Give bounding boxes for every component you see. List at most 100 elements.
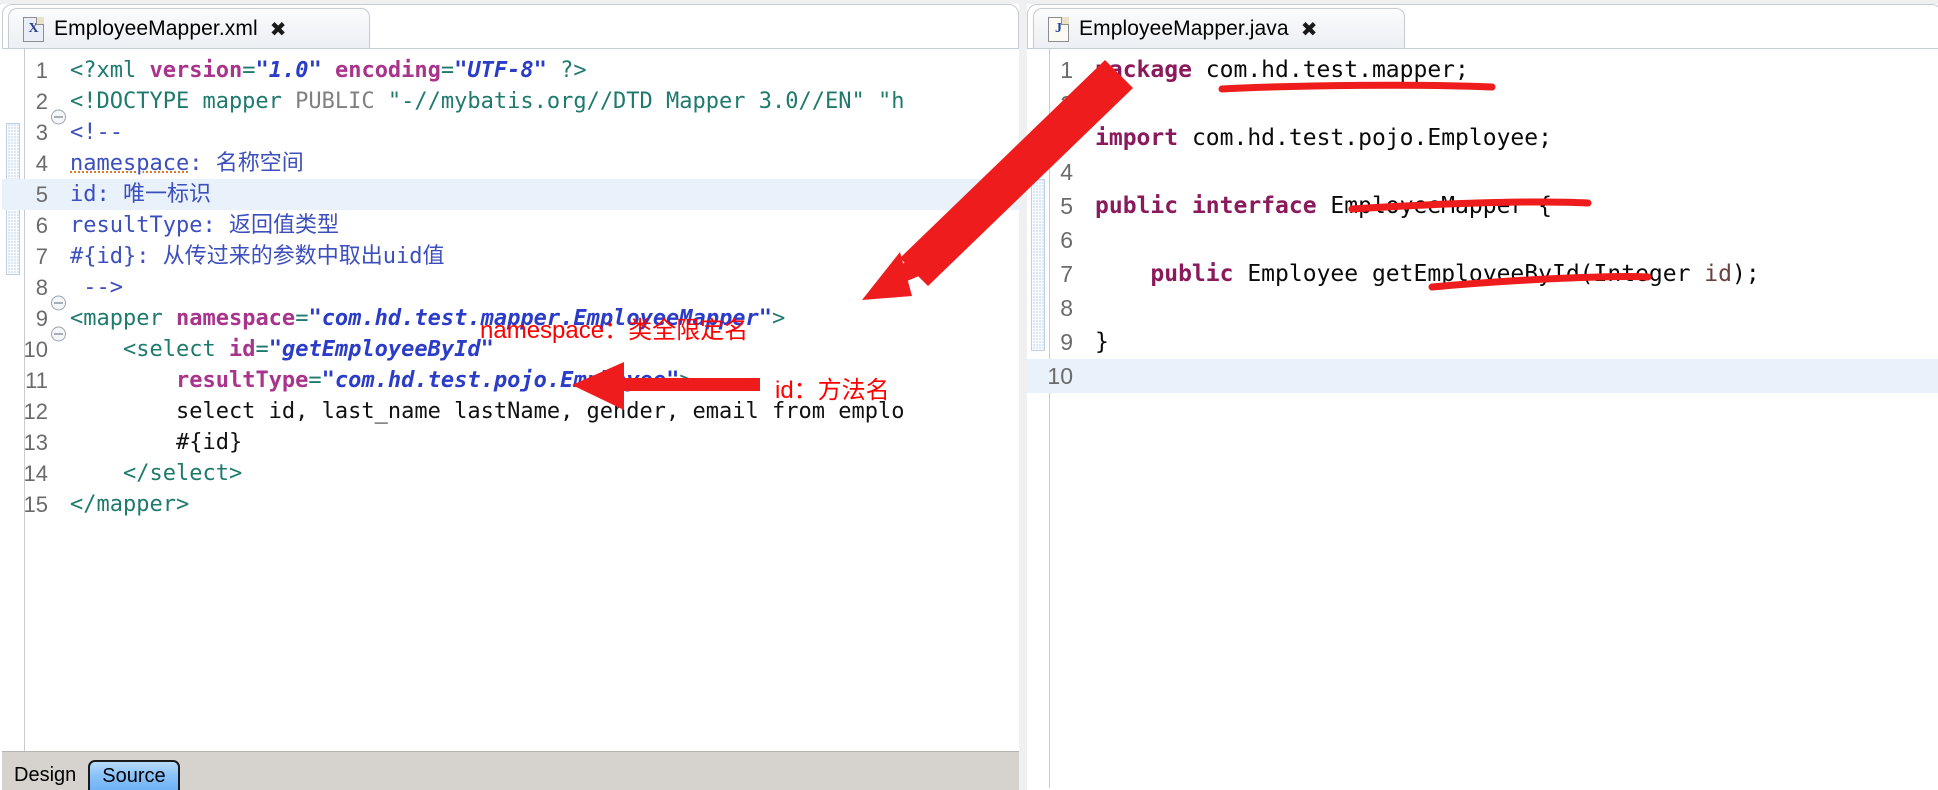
line-number: 8	[35, 275, 48, 300]
token: resultType: 返回值类型	[70, 213, 339, 238]
line-number: 10	[23, 337, 48, 362]
screenshot-root: X EmployeeMapper.xml ✖ 1 <?xml version="1…	[0, 0, 1938, 790]
line-number: 2	[1060, 91, 1073, 117]
code-line[interactable]: 13 #{id}	[2, 427, 1019, 458]
code-line[interactable]: 6	[1027, 223, 1938, 257]
tab-employeemapper-java[interactable]: J EmployeeMapper.java ✖	[1033, 8, 1405, 49]
code-text: -->	[70, 272, 1019, 303]
token: }	[1095, 329, 1109, 355]
code-line[interactable]: 3 <!--	[2, 117, 1019, 148]
token: <mapper	[70, 306, 176, 331]
code-text: resultType: 返回值类型	[70, 210, 1019, 241]
code-text: import com.hd.test.pojo.Employee;	[1095, 121, 1938, 155]
xml-design-source-tabbar[interactable]: Design Source	[2, 751, 1019, 790]
tab-employeemapper-xml[interactable]: X EmployeeMapper.xml ✖	[8, 8, 370, 49]
token: >	[679, 368, 693, 393]
code-line[interactable]: 5 id: 唯一标识	[2, 179, 1019, 210]
annotation-id-note: id：方法名	[775, 377, 890, 404]
xml-file-icon: X	[23, 16, 44, 42]
code-line[interactable]: 8	[1027, 291, 1938, 325]
line-number: 9	[1060, 329, 1073, 355]
token: "	[268, 337, 282, 362]
line-number: 12	[23, 399, 48, 424]
java-code-lines[interactable]: 1 package com.hd.test.mapper; 2 3 import co…	[1027, 53, 1938, 393]
code-line[interactable]: 7 public Employee getEmployeeById(Intege…	[1027, 257, 1938, 291]
code-text: public interface EmployeeMapper {	[1095, 189, 1938, 223]
token: #{id}: 从传过来的参数中取出uid值	[70, 244, 445, 269]
line-number: 3	[1060, 125, 1073, 151]
code-line[interactable]: 2	[1027, 87, 1938, 121]
code-line[interactable]: 14 </select>	[2, 458, 1019, 489]
xml-tabstrip: X EmployeeMapper.xml ✖	[2, 4, 1019, 49]
token: "	[308, 306, 322, 331]
line-number: 11	[25, 368, 48, 393]
tab-title-java: EmployeeMapper.java	[1079, 17, 1289, 40]
token: "-//mybatis.org//DTD Mapper 3.0//EN" "	[387, 89, 892, 114]
token: </mapper>	[70, 492, 190, 517]
line-number: 6	[1060, 227, 1073, 253]
line-number: 1	[1060, 57, 1073, 83]
code-text: namespace: 名称空间	[70, 148, 1019, 179]
code-line[interactable]: 4	[1027, 155, 1938, 189]
line-number: 3	[35, 120, 48, 145]
token: version	[149, 58, 243, 83]
code-text: <!--	[70, 117, 1019, 148]
token: UTF-8	[467, 58, 534, 83]
java-editor-panel: J EmployeeMapper.java ✖ 1 package com.hd.…	[1027, 4, 1938, 790]
token: "	[533, 58, 547, 83]
line-number: 15	[23, 492, 48, 517]
code-line[interactable]: 4 namespace: 名称空间	[2, 148, 1019, 179]
code-line[interactable]: 5 public interface EmployeeMapper {	[1027, 189, 1938, 223]
code-line[interactable]: 7 #{id}: 从传过来的参数中取出uid值	[2, 241, 1019, 272]
code-text: public Employee getEmployeeById(Integer …	[1095, 257, 1938, 291]
token: );	[1732, 261, 1760, 287]
token: </select>	[70, 461, 243, 486]
annotation-namespace-note: namespace：类全限定名	[480, 317, 749, 344]
token: <!DOCTYPE mapper	[70, 89, 296, 114]
code-line[interactable]: 2 <!DOCTYPE mapper PUBLIC "-//mybatis.org…	[2, 86, 1019, 117]
xml-code-lines[interactable]: 1 <?xml version="1.0" encoding="UTF-8" ?>…	[2, 55, 1019, 520]
java-file-icon-letter: J	[1055, 20, 1062, 36]
xml-file-icon-letter: X	[28, 20, 39, 36]
java-code-area[interactable]: 1 package com.hd.test.mapper; 2 3 import co…	[1027, 48, 1938, 788]
token: <!--	[70, 120, 123, 145]
line-number: 7	[1060, 261, 1073, 287]
code-line[interactable]: 15 </mapper>	[2, 489, 1019, 520]
token: "	[308, 58, 322, 83]
token: import	[1095, 125, 1179, 151]
token: =	[295, 306, 309, 331]
code-line[interactable]: 1 <?xml version="1.0" encoding="UTF-8" ?>	[2, 55, 1019, 86]
token: resultType	[175, 368, 309, 393]
token: "	[758, 306, 773, 331]
line-number: 4	[35, 151, 48, 176]
code-line[interactable]: 3 import com.hd.test.pojo.Employee;	[1027, 121, 1938, 155]
code-text: </select>	[70, 458, 1019, 489]
code-line[interactable]: 1 package com.hd.test.mapper;	[1027, 53, 1938, 87]
close-icon[interactable]: ✖	[1301, 19, 1318, 39]
close-icon[interactable]: ✖	[270, 19, 287, 39]
code-line[interactable]: 8 -->	[2, 272, 1019, 303]
java-tabstrip: J EmployeeMapper.java ✖	[1027, 4, 1938, 49]
code-line[interactable]: 9}	[1027, 325, 1938, 359]
code-text: }	[1095, 325, 1938, 359]
token: com.hd.test.pojo.Employee	[334, 368, 667, 393]
token: 1.0	[268, 58, 309, 83]
tab-design[interactable]: Design	[2, 760, 89, 790]
tab-source[interactable]: Source	[88, 760, 180, 790]
token: =	[255, 337, 269, 362]
code-line[interactable]: 10	[1027, 359, 1938, 393]
token: EmployeeMapper {	[1316, 193, 1552, 219]
line-number: 7	[35, 244, 48, 269]
token: h	[891, 89, 905, 114]
tab-title-xml: EmployeeMapper.xml	[54, 17, 258, 40]
token: =	[440, 58, 455, 83]
token: public	[1150, 261, 1234, 287]
code-line[interactable]: 6 resultType: 返回值类型	[2, 210, 1019, 241]
token: com.hd.test.mapper;	[1191, 57, 1469, 83]
